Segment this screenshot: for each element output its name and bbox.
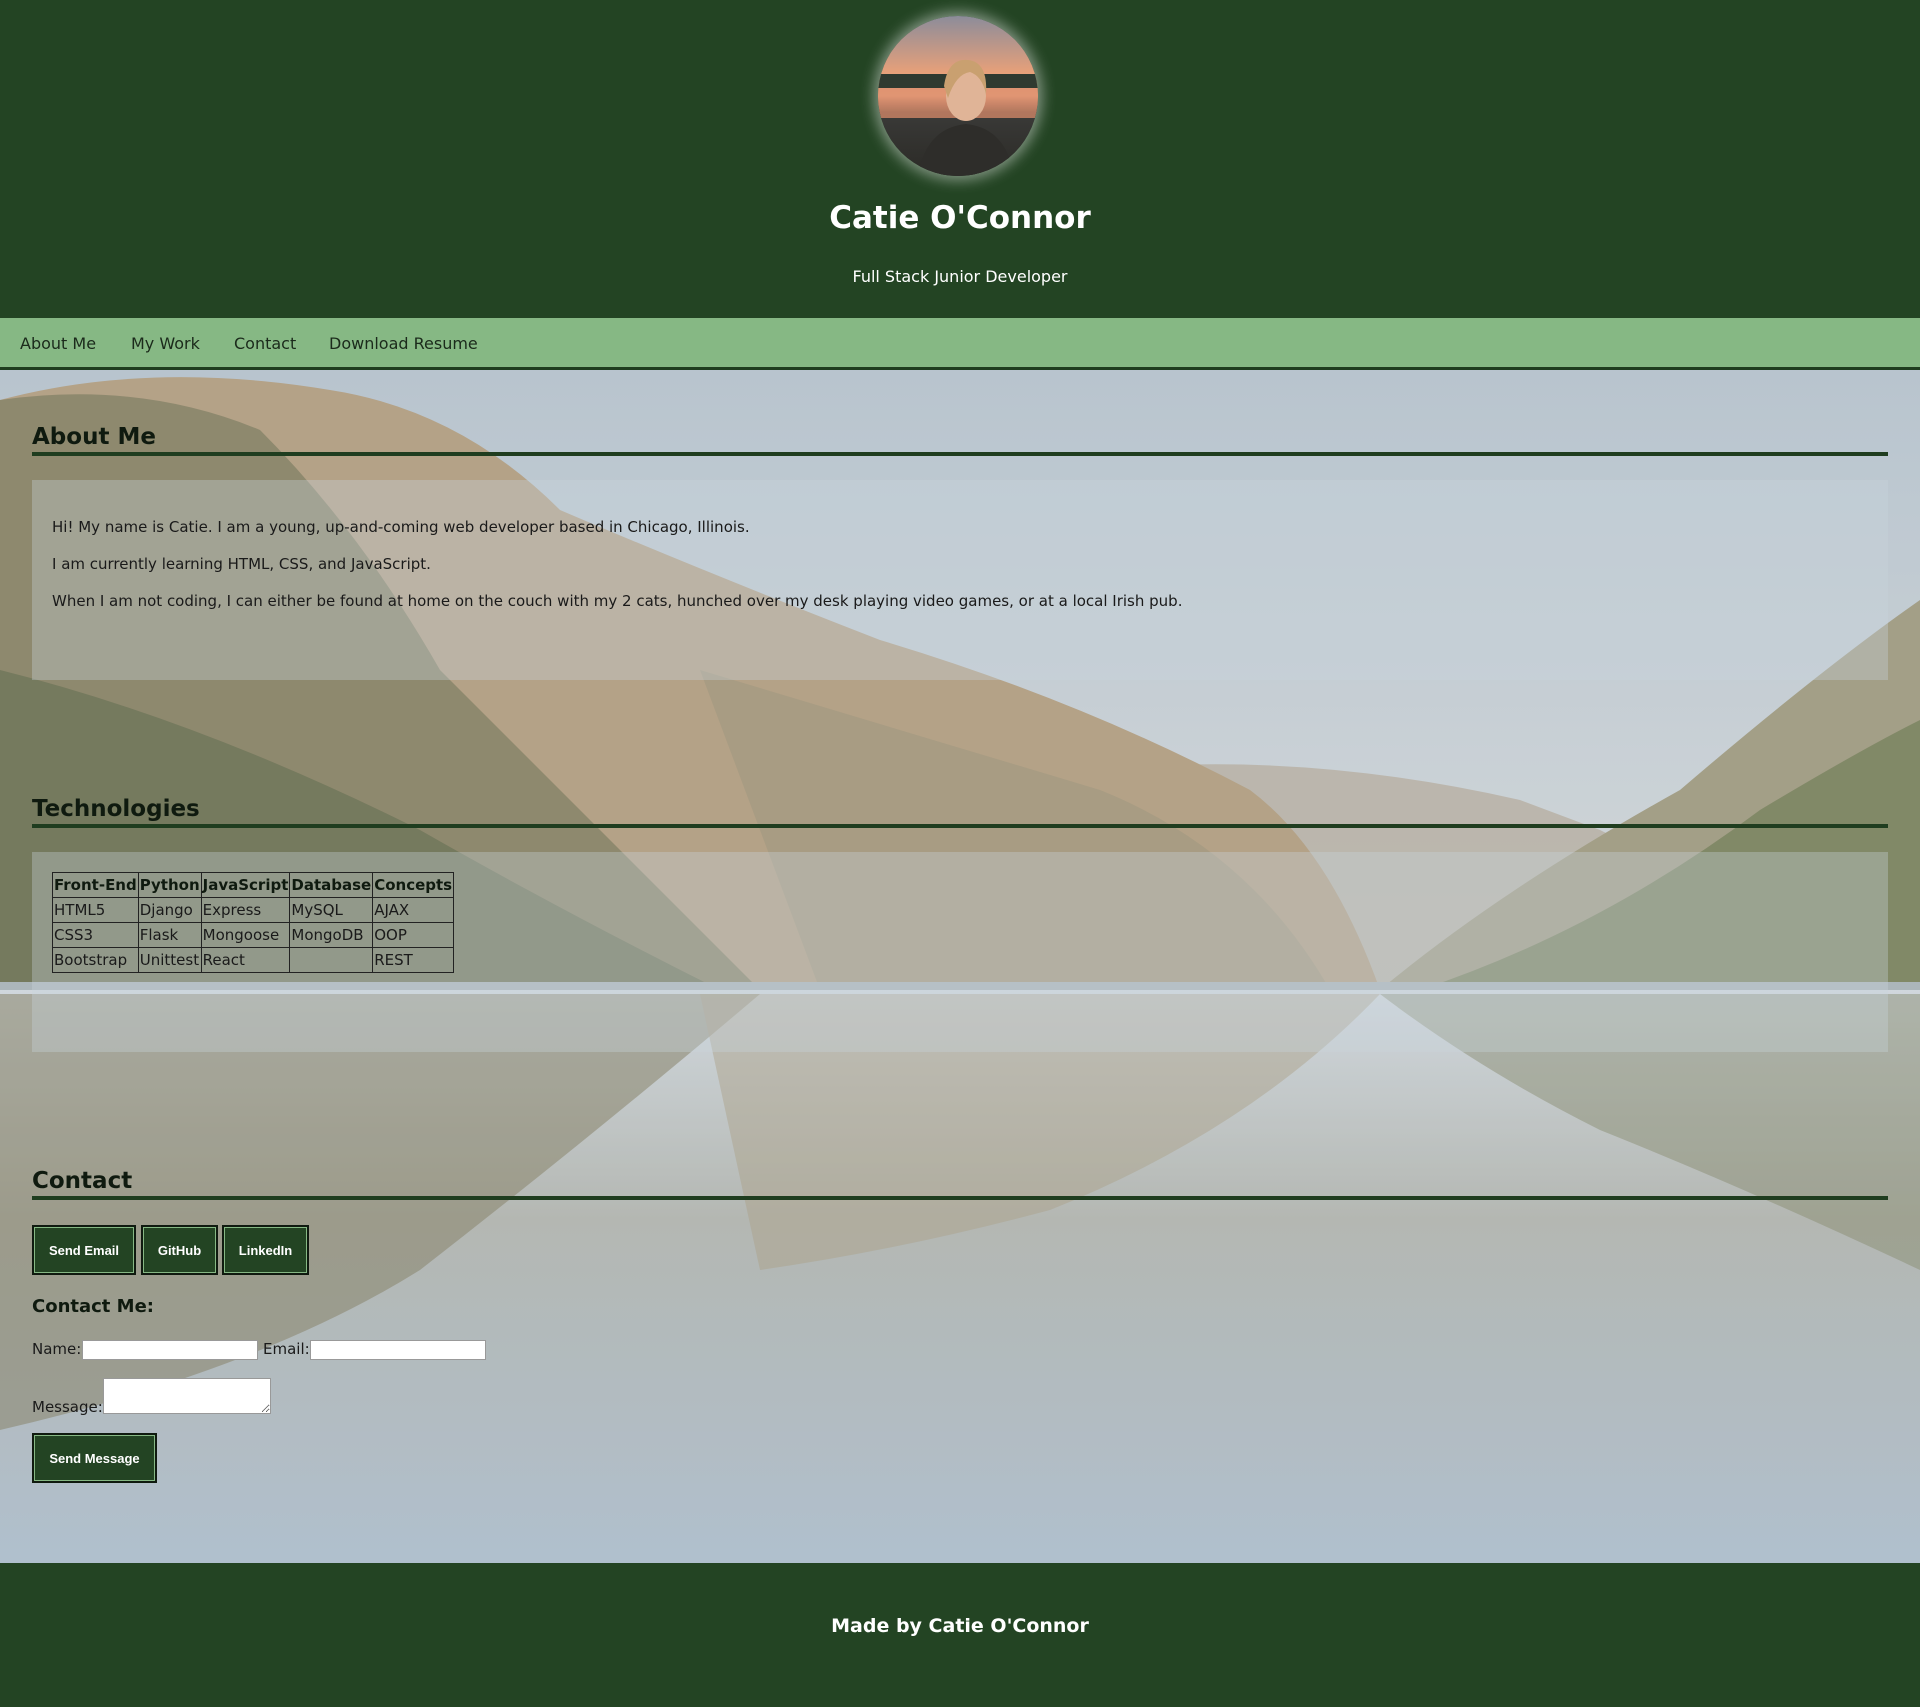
contact-heading: Contact [32,1168,1888,1200]
table-cell: Mongoose [200,922,291,948]
technologies-table: Front-End Python JavaScript Database Con… [52,872,455,973]
nav-link-download-resume[interactable]: Download Resume [329,334,478,353]
email-label: Email: [263,1340,310,1358]
main-nav: About Me My Work Contact Download Resume [0,318,1920,370]
technologies-heading: Technologies [32,796,1888,828]
table-cell: Django [137,897,202,923]
table-row: Bootstrap Unittest React REST [52,947,455,973]
table-cell [289,947,374,973]
profile-photo [878,16,1038,176]
column-header: Python [137,872,202,898]
table-cell: React [200,947,291,973]
about-me-panel: Hi! My name is Catie. I am a young, up-a… [32,480,1888,680]
table-cell: MongoDB [289,922,374,948]
table-row: HTML5 Django Express MySQL AJAX [52,897,455,923]
name-input[interactable] [82,1340,258,1360]
message-label: Message: [32,1398,103,1416]
name-label: Name: [32,1340,82,1358]
email-input[interactable] [310,1340,486,1360]
table-row: CSS3 Flask Mongoose MongoDB OOP [52,922,455,948]
send-message-button[interactable]: Send Message [32,1433,157,1483]
column-header: Concepts [372,872,455,898]
send-email-button[interactable]: Send Email [32,1225,136,1275]
table-cell: OOP [372,922,455,948]
job-title: Full Stack Junior Developer [852,267,1068,286]
footer-credit: Made by Catie O'Connor [831,1615,1089,1637]
table-cell: Unittest [137,947,202,973]
about-paragraph: I am currently learning HTML, CSS, and J… [52,555,431,573]
table-cell: CSS3 [52,922,139,948]
message-textarea[interactable] [103,1378,271,1414]
table-cell: Express [200,897,291,923]
nav-link-my-work[interactable]: My Work [131,334,200,353]
nav-link-about-me[interactable]: About Me [20,334,96,353]
nav-link-contact[interactable]: Contact [234,334,296,353]
about-paragraph: When I am not coding, I can either be fo… [52,592,1183,610]
github-button[interactable]: GitHub [141,1225,218,1275]
table-cell: Bootstrap [52,947,139,973]
column-header: Database [289,872,374,898]
site-header: Catie O'Connor Full Stack Junior Develop… [0,0,1920,318]
table-cell: HTML5 [52,897,139,923]
column-header: JavaScript [200,872,291,898]
site-owner-name: Catie O'Connor [829,200,1091,236]
table-cell: MySQL [289,897,374,923]
linkedin-button[interactable]: LinkedIn [222,1225,309,1275]
table-cell: REST [372,947,455,973]
contact-form-heading: Contact Me: [32,1296,155,1317]
technologies-panel: Front-End Python JavaScript Database Con… [32,852,1888,1052]
site-footer: Made by Catie O'Connor [0,1563,1920,1707]
table-cell: Flask [137,922,202,948]
table-cell: AJAX [372,897,455,923]
column-header: Front-End [52,872,139,898]
table-header-row: Front-End Python JavaScript Database Con… [52,872,455,898]
about-me-heading: About Me [32,424,1888,456]
main-content: About Me Hi! My name is Catie. I am a yo… [0,370,1920,1563]
about-paragraph: Hi! My name is Catie. I am a young, up-a… [52,518,750,536]
